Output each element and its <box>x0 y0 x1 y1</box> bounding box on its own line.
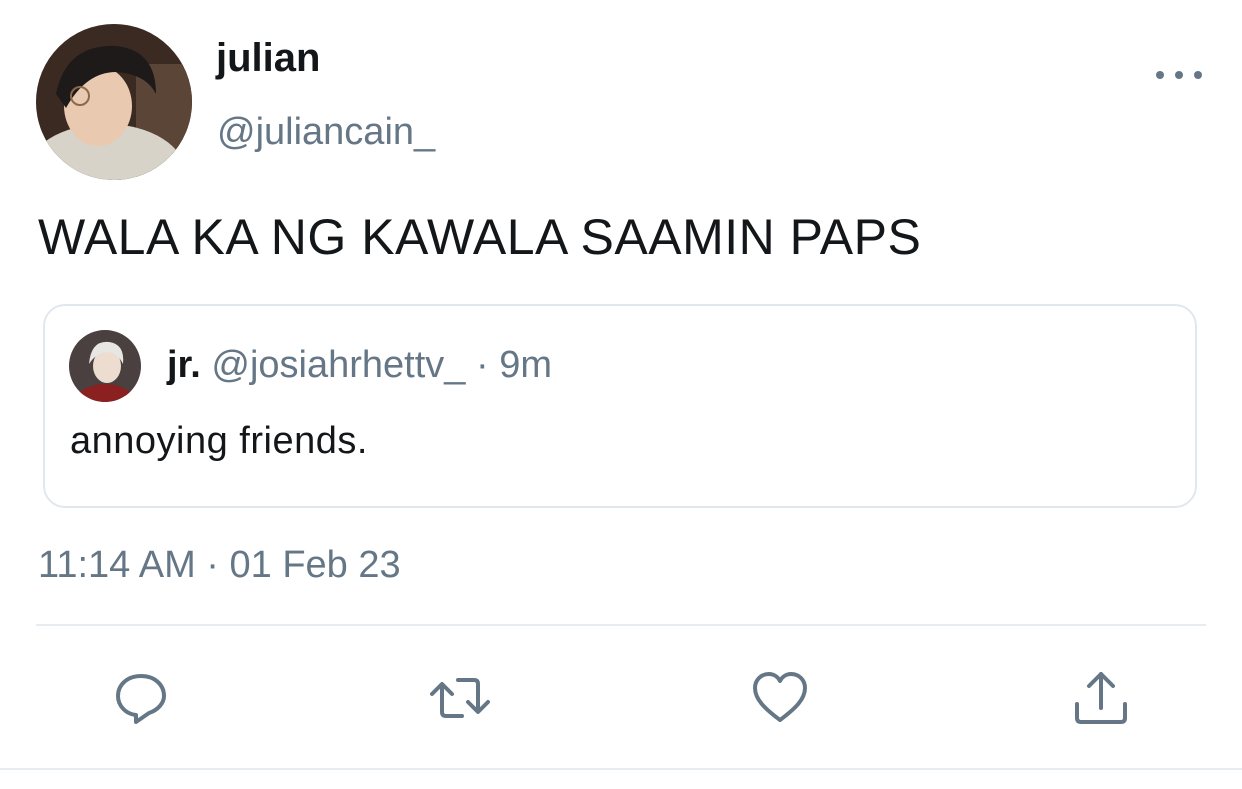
quoted-age: 9m <box>499 344 552 386</box>
divider <box>36 624 1206 626</box>
author-avatar-image <box>36 24 192 180</box>
like-button[interactable] <box>750 668 810 728</box>
divider <box>0 768 1242 770</box>
share-button[interactable] <box>1071 668 1131 728</box>
quoted-avatar-image <box>69 330 141 402</box>
quoted-handle: @josiahrhettv_ <box>211 344 466 386</box>
author-display-name[interactable]: julian <box>216 38 320 78</box>
reply-icon <box>116 674 166 724</box>
tweet-time: 11:14 AM <box>38 544 196 586</box>
retweet-button[interactable] <box>430 668 490 728</box>
quoted-separator: · <box>475 344 489 386</box>
more-dot <box>1194 71 1202 79</box>
tweet-timestamp[interactable]: 11:14 AM · 01 Feb 23 <box>38 546 401 584</box>
quoted-author-avatar <box>69 330 141 402</box>
more-options-icon[interactable] <box>1156 62 1202 88</box>
quoted-tweet-card[interactable]: jr. @josiahrhettv_ · 9m annoying friends… <box>43 304 1197 508</box>
timestamp-separator: · <box>206 544 219 586</box>
tweet-date: 01 Feb 23 <box>229 544 401 586</box>
quoted-display-name: jr. <box>167 344 201 386</box>
tweet-text: WALA KA NG KAWALA SAAMIN PAPS <box>38 209 922 265</box>
author-handle[interactable]: @juliancain_ <box>217 113 435 151</box>
share-icon <box>1075 672 1127 724</box>
reply-button[interactable] <box>111 668 171 728</box>
author-avatar[interactable] <box>36 24 192 180</box>
retweet-icon <box>430 678 490 718</box>
like-icon <box>753 672 807 722</box>
more-dot <box>1156 71 1164 79</box>
quoted-tweet-text: annoying friends. <box>70 420 368 462</box>
quoted-tweet-header: jr. @josiahrhettv_ · 9m <box>167 346 552 384</box>
more-dot <box>1175 71 1183 79</box>
